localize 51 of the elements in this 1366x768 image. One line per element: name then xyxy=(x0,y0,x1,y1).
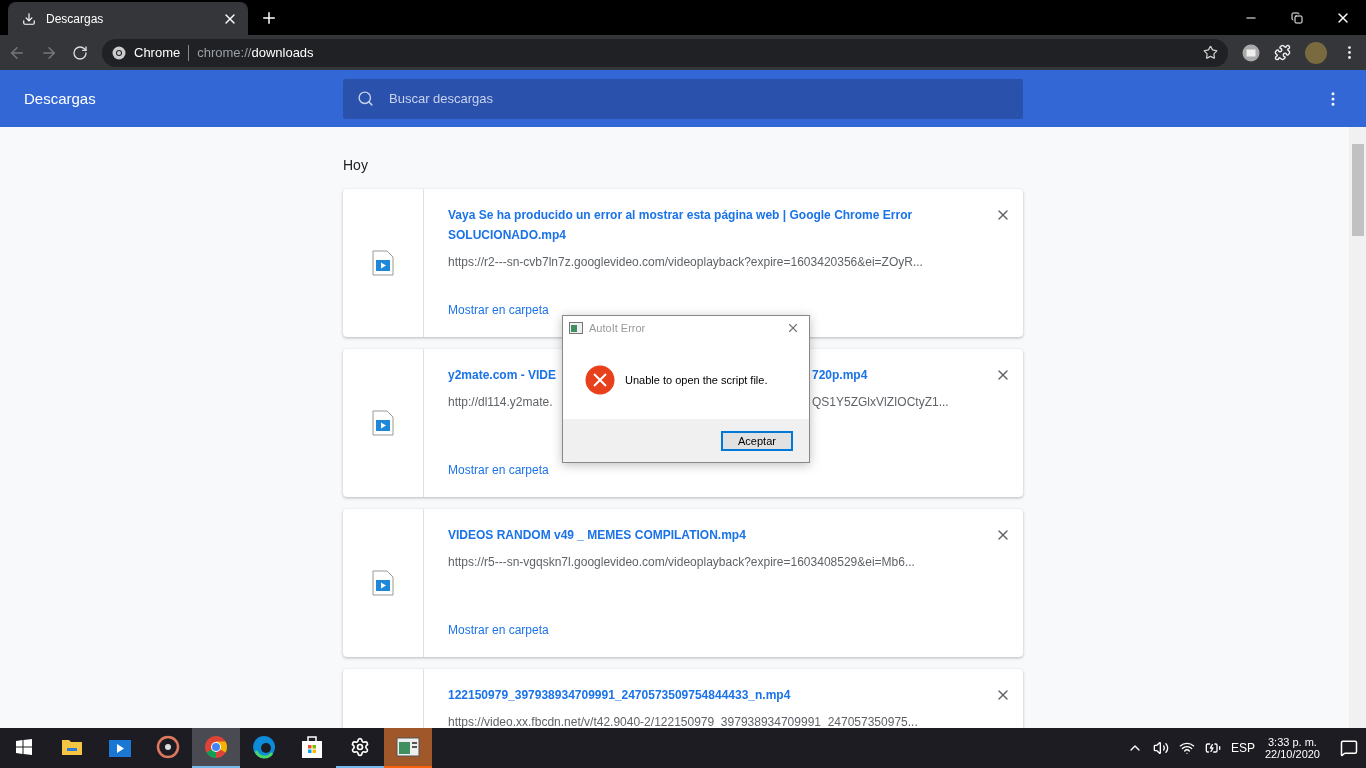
dialog-title: AutoIt Error xyxy=(589,322,647,334)
wifi-icon[interactable] xyxy=(1178,740,1195,756)
file-name-link[interactable]: 122150979_397938934709991_2470573509754844433_n.mp4 xyxy=(448,685,791,705)
error-icon xyxy=(585,364,615,395)
file-name-link[interactable]: y2mate.com - VIDE xyxy=(448,365,557,385)
tab-title: Descargas xyxy=(46,11,105,26)
bookmark-star-icon[interactable] xyxy=(1203,45,1218,60)
scrollbar[interactable] xyxy=(1349,127,1366,728)
browser-tab[interactable]: Descargas xyxy=(8,2,248,35)
source-url: https://r2---sn-cvb7ln7z.googlevideo.com/videoplayback?expire=1603420356&ei=ZOyR... xyxy=(448,255,923,271)
section-heading: Hoy xyxy=(343,157,369,173)
windows-start-icon[interactable] xyxy=(16,739,32,755)
url-text: chrome://downloads xyxy=(197,45,314,60)
image-extension-icon[interactable] xyxy=(1242,43,1260,62)
search-icon xyxy=(357,89,374,107)
source-url: QS1Y5ZGlxVlZIOCtyZ1... xyxy=(812,395,949,411)
error-message: Unable to open the script file. xyxy=(625,373,768,386)
battery-icon[interactable] xyxy=(1204,740,1221,756)
address-bar[interactable]: Chrome chrome://downloads xyxy=(102,38,1228,67)
show-in-folder-link[interactable]: Mostrar en carpeta xyxy=(448,303,1023,317)
accept-button[interactable]: Aceptar xyxy=(721,430,793,451)
restore-icon[interactable] xyxy=(1291,11,1303,24)
video-file-icon xyxy=(372,410,394,436)
language-indicator[interactable]: ESP xyxy=(1230,741,1255,755)
edge-icon xyxy=(252,735,276,759)
source-url: http://dl114.y2mate. xyxy=(448,395,553,411)
site-name: Chrome xyxy=(134,45,181,60)
extensions-icon[interactable] xyxy=(1274,44,1291,61)
video-file-icon xyxy=(372,250,394,276)
speaker-icon[interactable] xyxy=(1152,740,1169,756)
page-title: Descargas xyxy=(24,90,97,107)
settings-icon xyxy=(350,737,370,757)
window-app-icon xyxy=(396,737,420,757)
clock[interactable]: 3:33 p. m. 22/10/2020 xyxy=(1264,736,1320,760)
store-bag-icon xyxy=(301,735,323,759)
folder-icon xyxy=(61,738,83,756)
search-field[interactable]: Buscar descargas xyxy=(343,78,1023,119)
reload-icon[interactable] xyxy=(72,44,88,61)
video-file-icon xyxy=(372,570,394,596)
show-in-folder-link[interactable]: Mostrar en carpeta xyxy=(448,463,1023,477)
show-in-folder-link[interactable]: Mostrar en carpeta xyxy=(448,623,1023,637)
file-name-link[interactable]: VIDEOS RANDOM v49 _ MEMES COMPILATION.mp4 xyxy=(448,525,746,545)
file-name-link[interactable]: Vaya Se ha producido un error al mostrar esta página web | Google Chrome Error SOLUCIONADO.mp4 xyxy=(448,205,983,245)
window-app-icon xyxy=(569,322,583,334)
download-icon xyxy=(22,11,36,26)
music-disc-icon xyxy=(156,735,180,759)
chrome-icon xyxy=(204,735,228,759)
notifications-icon[interactable] xyxy=(1340,739,1358,757)
source-url: https://r5---sn-vgqskn7l.googlevideo.com/videoplayback?expire=1603408529&ei=Mb6... xyxy=(448,555,915,571)
file-name-link[interactable]: 720p.mp4 xyxy=(812,365,868,385)
chrome-logo-icon xyxy=(112,45,126,60)
